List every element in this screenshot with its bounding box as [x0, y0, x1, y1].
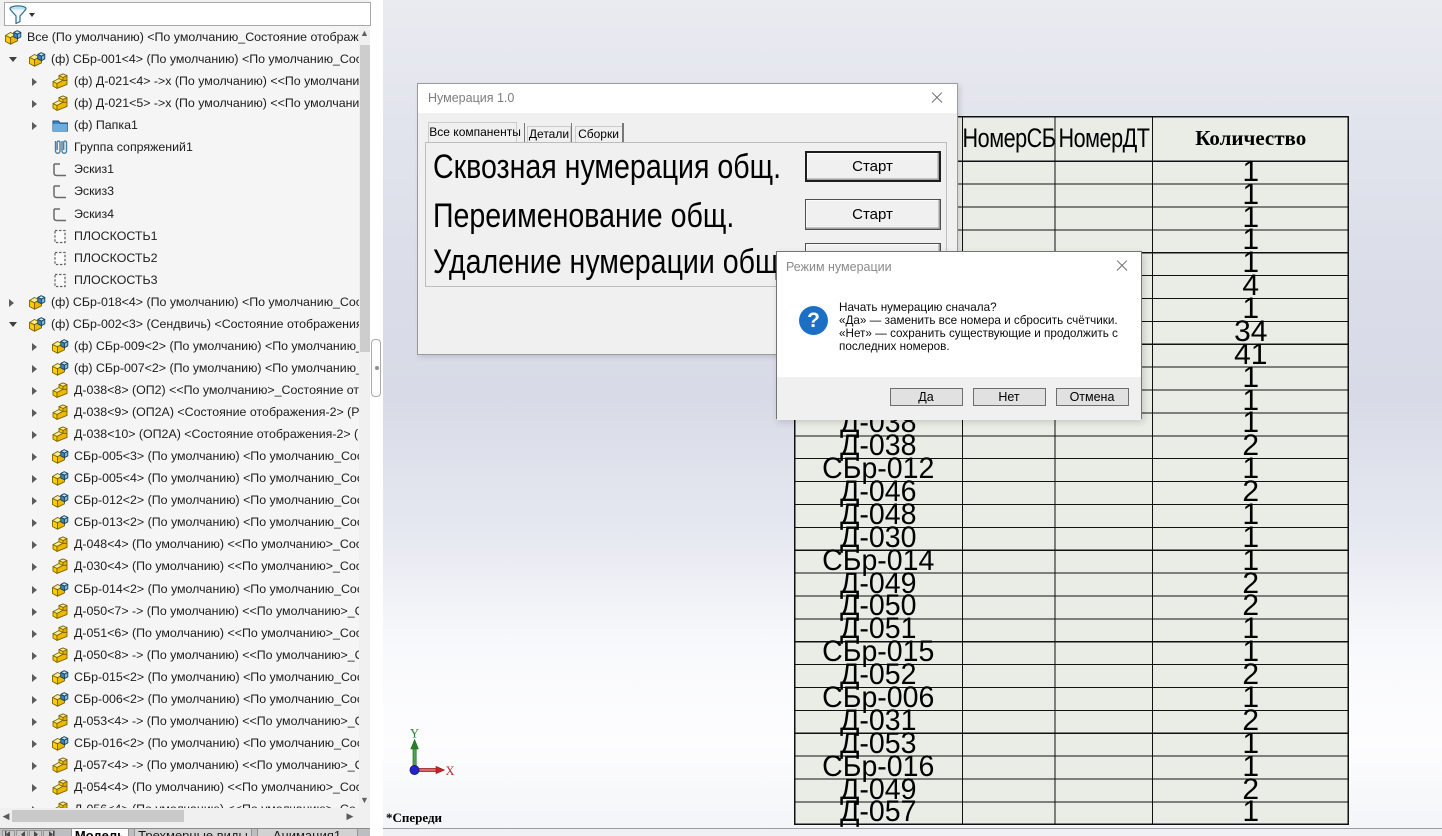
svg-text:X: X — [446, 764, 455, 778]
svg-text:Y: Y — [410, 727, 419, 741]
